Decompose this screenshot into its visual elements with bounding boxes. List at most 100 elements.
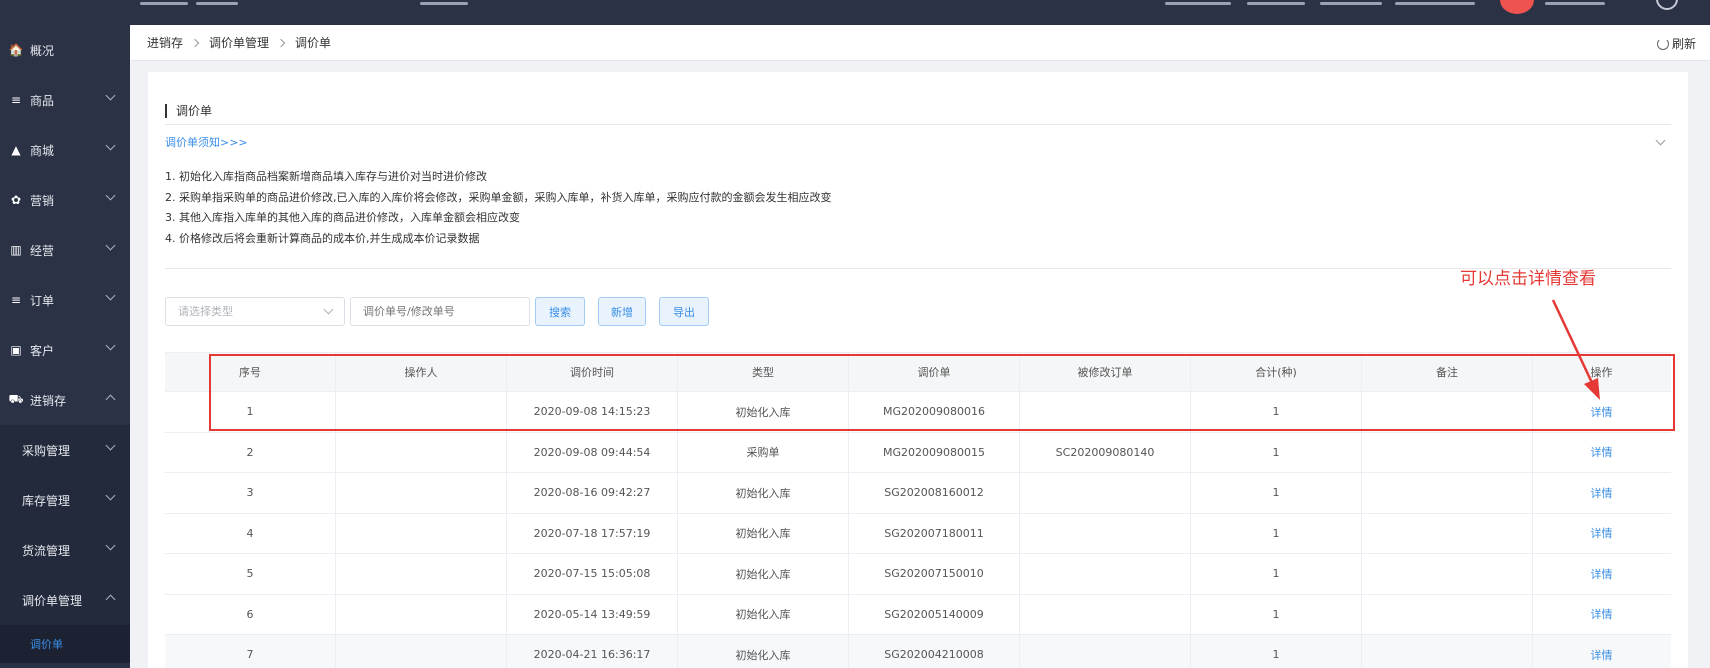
avatar[interactable]: [1500, 0, 1534, 14]
table-cell: 2020-09-08 09:44:54: [507, 432, 678, 472]
detail-link[interactable]: 详情: [1533, 514, 1670, 554]
chevron-down-icon: [105, 140, 116, 151]
chevron-down-icon: [105, 540, 116, 551]
chevron-up-icon: [105, 594, 116, 605]
detail-link[interactable]: 详情: [1533, 433, 1670, 473]
table-cell: [336, 432, 507, 472]
breadcrumb: 进销存 调价单管理 调价单 刷新: [130, 25, 1710, 61]
home-icon: 🏠: [8, 43, 24, 57]
id-card-icon: ▣: [10, 343, 22, 357]
sidebar-subitem-label: 货流管理: [22, 543, 71, 558]
table-row: 6 2020-05-14 13:49:59 初始化入库 SG202005140009 1…: [165, 594, 1671, 635]
list-icon: ≡: [10, 93, 22, 107]
table-cell: [1020, 473, 1191, 513]
chevron-down-icon: [105, 340, 116, 351]
table-cell: 采购单: [678, 432, 849, 472]
sidebar-item-2[interactable]: ▲ 商城: [0, 125, 130, 175]
top-bar-item[interactable]: [1320, 2, 1382, 5]
table-cell: 4: [165, 513, 336, 553]
table-cell: 初始化入库: [678, 635, 849, 668]
sidebar-item-label: 进销存: [30, 393, 67, 408]
detail-link[interactable]: 详情: [1533, 635, 1670, 668]
top-bar-item[interactable]: [1395, 2, 1475, 5]
table-cell: [336, 635, 507, 668]
sidebar-item-6[interactable]: ▣ 客户: [0, 325, 130, 375]
table-cell: [1020, 513, 1191, 553]
sidebar-item-7[interactable]: ⛟ 进销存: [0, 375, 130, 425]
table-row: 4 2020-07-18 17:57:19 初始化入库 SG202007180011 1…: [165, 513, 1671, 554]
table-cell: SG202007150010: [849, 554, 1020, 594]
top-bar-item[interactable]: [420, 2, 468, 5]
sidebar-item-label: 商城: [30, 143, 55, 158]
add-button[interactable]: 新增: [598, 297, 646, 326]
table-cell: SG202004210008: [849, 635, 1020, 668]
table-cell: [1362, 473, 1533, 513]
table-cell: SC202009080140: [1020, 432, 1191, 472]
table-cell: 5: [165, 554, 336, 594]
detail-link[interactable]: 详情: [1533, 554, 1670, 594]
detail-link[interactable]: 详情: [1533, 473, 1670, 513]
table-cell: 1: [1191, 554, 1362, 594]
sidebar-subitem-0[interactable]: 采购管理: [0, 425, 130, 475]
table-cell: 1: [1191, 513, 1362, 553]
sidebar-item-5[interactable]: ≡ 订单: [0, 275, 130, 325]
sidebar-item-label: 客户: [30, 343, 55, 358]
chevron-down-icon: [105, 440, 116, 451]
order-search-input[interactable]: [350, 297, 530, 326]
table-cell: 初始化入库: [678, 594, 849, 634]
note-line: 4. 价格修改后将会重新计算商品的成本价,并生成成本价记录数据: [165, 231, 480, 245]
notes: 1. 初始化入库指商品档案新增商品填入库存与进价对当时进价修改 2. 采购单指采…: [165, 167, 831, 249]
table-cell: [336, 554, 507, 594]
search-button[interactable]: 搜索: [535, 297, 585, 326]
type-select-placeholder: 请选择类型: [178, 305, 233, 318]
user-name[interactable]: [1545, 2, 1605, 5]
export-button[interactable]: 导出: [659, 297, 709, 326]
top-bar-item[interactable]: [1247, 2, 1305, 5]
table-row: 2 2020-09-08 09:44:54 采购单 MG202009080015 SC2…: [165, 432, 1671, 473]
type-select[interactable]: 请选择类型: [165, 297, 345, 326]
table-cell: 1: [1191, 432, 1362, 472]
chevron-down-icon: [105, 290, 116, 301]
bag-icon: ▲: [11, 143, 21, 157]
sidebar-item-adjustment-order[interactable]: 调价单: [0, 625, 130, 663]
annotation-box: [209, 354, 1675, 431]
chevron-down-icon: [323, 304, 334, 315]
table-cell: SG202007180011: [849, 513, 1020, 553]
sidebar-item-0[interactable]: 🏠 概况: [0, 25, 130, 75]
sidebar-item-4[interactable]: ▥ 经营: [0, 225, 130, 275]
chart-icon: ▥: [10, 243, 22, 257]
sidebar-subitem-2[interactable]: 货流管理: [0, 525, 130, 575]
gift-icon: ✿: [10, 193, 22, 207]
table-cell: 2: [165, 432, 336, 472]
sidebar-item-label: 营销: [30, 193, 55, 208]
table-cell: [336, 513, 507, 553]
table-row: 7 2020-04-21 16:36:17 初始化入库 SG202004210008 1…: [165, 635, 1671, 668]
sidebar-subitem-label: 调价单管理: [22, 593, 83, 608]
sidebar-subitem-1[interactable]: 库存管理: [0, 475, 130, 525]
table-cell: 2020-08-16 09:42:27: [507, 473, 678, 513]
annotation-text: 可以点击详情查看: [1460, 269, 1596, 289]
breadcrumb-item[interactable]: 进销存: [147, 34, 183, 51]
sidebar-item-1[interactable]: ≡ 商品: [0, 75, 130, 125]
top-bar-item[interactable]: [1165, 2, 1231, 5]
note-line: 2. 采购单指采购单的商品进价修改,已入库的入库价将会修改，采购单金额，采购入库…: [165, 190, 832, 204]
breadcrumb-item[interactable]: 调价单管理: [209, 34, 269, 51]
sub-menu: 采购管理 库存管理货流管理调价单管理: [0, 425, 130, 625]
table-cell: 7: [165, 635, 336, 668]
table-cell: 初始化入库: [678, 513, 849, 553]
table-cell: 2020-05-14 13:49:59: [507, 594, 678, 634]
table-cell: 初始化入库: [678, 473, 849, 513]
sidebar-subitem-3[interactable]: 调价单管理: [0, 575, 130, 625]
chevron-down-icon[interactable]: [1655, 135, 1666, 146]
table-cell: SG202005140009: [849, 594, 1020, 634]
sidebar-item-label: 概况: [30, 43, 55, 58]
detail-link[interactable]: 详情: [1533, 595, 1670, 635]
table-cell: [1362, 594, 1533, 634]
sidebar-item-3[interactable]: ✿ 营销: [0, 175, 130, 225]
notice-link[interactable]: 调价单须知>>>: [165, 134, 248, 150]
top-bar-item[interactable]: [196, 2, 238, 5]
refresh-button[interactable]: 刷新: [1656, 35, 1696, 52]
power-icon[interactable]: [1656, 0, 1678, 10]
top-bar-item[interactable]: [140, 2, 188, 5]
sidebar-item-label: 经营: [30, 243, 55, 258]
